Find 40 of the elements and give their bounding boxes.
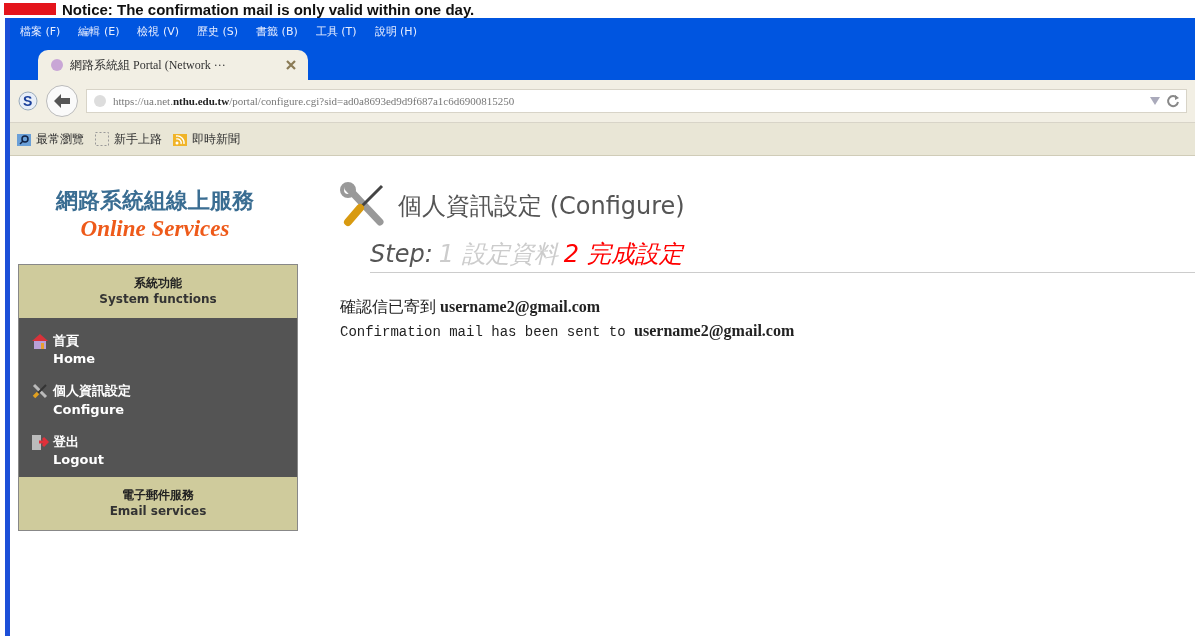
close-icon[interactable] xyxy=(286,60,296,70)
site-subtitle: Online Services xyxy=(80,216,230,242)
step-indicator: 2 完成設定 xyxy=(563,239,683,270)
bookmark-item[interactable]: 最常瀏覽 xyxy=(16,130,84,148)
menu-item[interactable]: 說明 (H) xyxy=(374,23,417,39)
notice-marker xyxy=(4,3,56,15)
nav-link[interactable]: 首頁 Home xyxy=(53,332,96,369)
menu-item[interactable]: 書籤 (B) xyxy=(256,23,298,39)
blank-page-icon xyxy=(94,131,110,147)
menu-item[interactable]: 檢視 (V) xyxy=(137,23,180,39)
exit-door-icon xyxy=(31,432,49,451)
menu-item[interactable]: 檔案 (F) xyxy=(20,23,61,39)
s-logo-icon[interactable]: S xyxy=(18,91,38,111)
house-icon xyxy=(31,332,49,350)
globe-icon xyxy=(93,94,107,108)
confirmation-text: 確認信已寄到 username2@gmail.com xyxy=(340,297,602,318)
menu-item[interactable]: 編輯 (E) xyxy=(78,23,120,39)
reload-icon[interactable] xyxy=(1166,94,1180,108)
back-arrow-icon xyxy=(53,93,71,109)
section-header: 電子郵件服務 Email services xyxy=(19,477,297,531)
nav-link[interactable]: 登出 Logout xyxy=(53,432,104,470)
menu-item[interactable]: 歷史 (S) xyxy=(197,23,239,39)
nav-link[interactable]: 個人資訊設定 Configure xyxy=(53,382,131,419)
confirmation-text: Confirmation mail has been sent to username2@gmail.com xyxy=(340,321,796,342)
bookmark-item[interactable]: 即時新聞 xyxy=(172,130,240,148)
dropdown-icon[interactable] xyxy=(1150,97,1160,105)
favicon-icon xyxy=(50,58,64,72)
folder-search-icon xyxy=(16,131,32,147)
step-label: Step: xyxy=(370,240,433,268)
back-button[interactable] xyxy=(46,85,78,117)
menu-item[interactable]: 工具 (T) xyxy=(315,23,357,39)
bookmark-item[interactable]: 新手上路 xyxy=(94,130,162,148)
notice-text: Notice: The confirmation mail is only valid within one day. xyxy=(62,0,475,18)
page-title: 個人資訊設定 (Configure) xyxy=(398,191,685,222)
site-title: 網路系統組線上服務 xyxy=(56,187,254,215)
tools-icon xyxy=(31,382,49,401)
address-field[interactable]: https://ua.net.nthu.edu.tw/portal/configure.cgi?sid=ad0a8693ed9d9f687a1c6d6900815250 xyxy=(86,89,1187,113)
browser-tab[interactable]: 網路系統組 Portal (Network ··· xyxy=(38,50,308,80)
feed-folder-icon xyxy=(172,131,188,147)
section-header: 系統功能 System functions xyxy=(19,265,297,318)
